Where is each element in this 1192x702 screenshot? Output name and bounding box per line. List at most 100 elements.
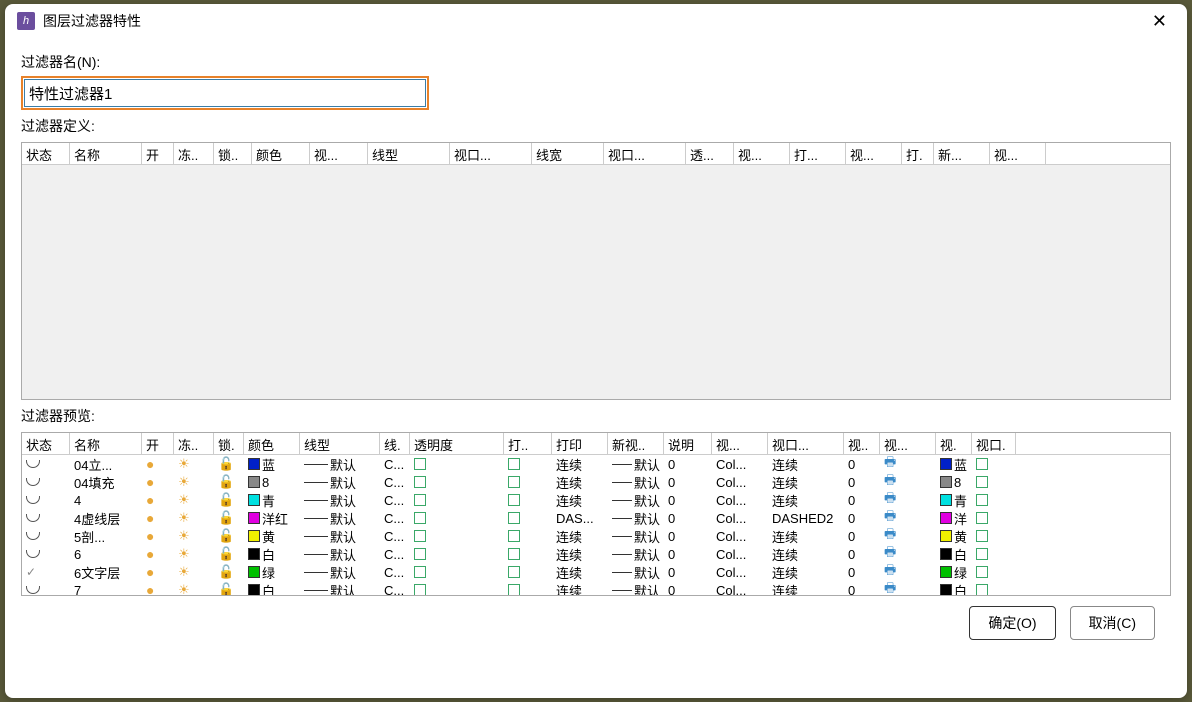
filter-def-grid[interactable]: 状态名称开冻..锁..颜色视...线型视口...线宽视口...透...视...打… [21,142,1171,400]
preview-column-header[interactable]: 名称 [70,433,142,454]
desc-cell: 0 [664,583,712,596]
vp-icon [414,494,426,506]
trans-cell [410,566,504,578]
preview-column-header[interactable]: 视.. [844,433,880,454]
preview-column-header[interactable]: 打印 [552,433,608,454]
vp3-cell: 0 [844,565,880,580]
def-column-header[interactable]: 打... [790,143,846,164]
name-cell: 4 [70,493,142,508]
trans-cell [410,494,504,506]
def-column-header[interactable]: 视... [846,143,902,164]
table-row[interactable]: 4虚线层●☀🔓 洋红 默认C...DAS... 默认0Col...DASHED2… [22,509,1170,527]
freeze-icon: ☀ [178,492,190,508]
def-column-header[interactable]: 透... [686,143,734,164]
def-column-header[interactable]: 锁.. [214,143,252,164]
lock-cell: 🔓 [214,510,244,526]
preview-column-header[interactable]: 视口. [972,433,1016,454]
preview-column-header[interactable]: 冻.. [174,433,214,454]
vp2-cell: 连续 [768,455,844,474]
on-cell: ● [142,456,174,472]
vpcolor-cell: 蓝 [936,455,972,474]
vp3-cell: 0 [844,493,880,508]
table-row[interactable]: 6●☀🔓 白 默认C...连续 默认0Col...连续0🖶 白 [22,545,1170,563]
def-column-header[interactable]: 名称 [70,143,142,164]
preview-column-header[interactable]: 视. [936,433,972,454]
table-row[interactable]: 04填充●☀🔓 8 默认C...连续 默认0Col...连续0🖶 8 [22,473,1170,491]
preview-column-header[interactable]: 锁. [214,433,244,454]
ok-button[interactable]: 确定(O) [969,606,1055,640]
vpend-cell [972,548,1016,560]
preview-column-header[interactable]: 视... [712,433,768,454]
color-cell: 绿 [244,563,300,582]
def-column-header[interactable]: 颜色 [252,143,310,164]
preview-column-header[interactable]: 开 [142,433,174,454]
preview-column-header[interactable]: 打.. [504,433,552,454]
freeze-icon: ☀ [178,528,190,544]
name-cell: 6 [70,547,142,562]
preview-column-header[interactable]: 新视.. [608,433,664,454]
def-column-header[interactable]: 视口... [450,143,532,164]
def-column-header[interactable]: 线宽 [532,143,604,164]
layer-icon [26,550,40,558]
table-row[interactable]: 7●☀🔓 白 默认C...连续 默认0Col...连续0🖶 白 [22,581,1170,595]
vpend-cell [972,476,1016,488]
vp-icon [414,530,426,542]
def-column-header[interactable]: 视... [990,143,1046,164]
on-cell: ● [142,582,174,595]
preview-column-header[interactable]: 状态 [22,433,70,454]
def-column-header[interactable]: 冻.. [174,143,214,164]
table-row[interactable]: 04立...●☀🔓 蓝 默认C...连续 默认0Col...连续0🖶 蓝 [22,455,1170,473]
name-cell: 7 [70,583,142,596]
layer-icon [26,496,40,504]
def-column-header[interactable]: 打. [902,143,934,164]
preview-body[interactable]: 04立...●☀🔓 蓝 默认C...连续 默认0Col...连续0🖶 蓝04填充… [22,455,1170,595]
preview-column-header[interactable]: 透明度 [410,433,504,454]
def-column-header[interactable]: 开 [142,143,174,164]
vp3-cell: 0 [844,529,880,544]
freeze-icon: ☀ [178,564,190,580]
def-column-header[interactable]: 线型 [368,143,450,164]
lock-icon: 🔓 [218,474,234,490]
freeze-icon: ☀ [178,456,190,472]
table-row[interactable]: 4●☀🔓 青 默认C...连续 默认0Col...连续0🖶 青 [22,491,1170,509]
on-icon: ● [146,582,154,595]
linetype-cell: 默认 [300,455,380,474]
freeze-cell: ☀ [174,582,214,595]
lock-icon: 🔓 [218,564,234,580]
table-row[interactable]: ✓6文字层●☀🔓 绿 默认C...连续 默认0Col...连续0🖶 绿 [22,563,1170,581]
cancel-button[interactable]: 取消(C) [1070,606,1155,640]
vpend-cell [972,584,1016,595]
status-cell [22,496,70,504]
vpcolor-cell: 8 [936,475,972,490]
close-button[interactable]: ✕ [1144,9,1175,34]
status-cell [22,550,70,558]
def-column-header[interactable]: 视口... [604,143,686,164]
preview-column-header[interactable]: 线型 [300,433,380,454]
layer-icon [26,460,40,468]
def-column-header[interactable]: 视... [310,143,368,164]
def-column-header[interactable]: 新... [934,143,990,164]
app-icon: h [17,12,35,30]
on-cell: ● [142,474,174,490]
filter-name-label: 过滤器名(N): [21,52,1171,72]
desc-cell: 0 [664,529,712,544]
vp-icon [508,494,520,506]
preview-column-header[interactable]: 线. [380,433,410,454]
print-cell: 连续 [552,455,608,474]
filter-name-input[interactable] [21,76,429,110]
preview-column-header[interactable]: 视... [880,433,936,454]
freeze-icon: ☀ [178,582,190,595]
table-row[interactable]: 5剖...●☀🔓 黄 默认C...连续 默认0Col...连续0🖶 黄 [22,527,1170,545]
vpend-cell [972,566,1016,578]
vp2-cell: 连续 [768,581,844,596]
color-cell: 蓝 [244,455,300,474]
preview-column-header[interactable]: 视口... [768,433,844,454]
lock-icon: 🔓 [218,546,234,562]
vpend-cell [972,530,1016,542]
filter-def-label: 过滤器定义: [21,116,1171,136]
preview-column-header[interactable]: 说明 [664,433,712,454]
def-column-header[interactable]: 状态 [22,143,70,164]
def-column-header[interactable]: 视... [734,143,790,164]
preview-column-header[interactable]: 颜色 [244,433,300,454]
print-cell: 连续 [552,545,608,564]
